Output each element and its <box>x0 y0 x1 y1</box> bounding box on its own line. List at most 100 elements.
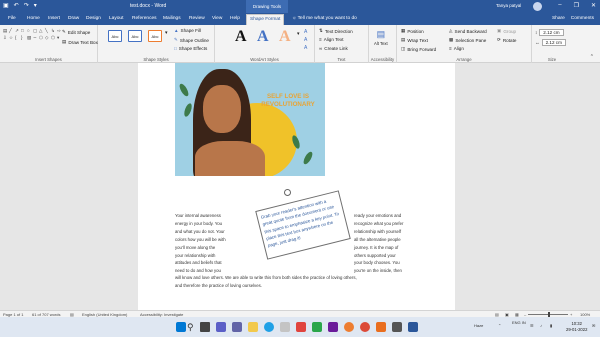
chrome-icon[interactable] <box>360 322 370 332</box>
width-value[interactable]: 2.12 cm <box>541 39 566 46</box>
wordart-style-orange[interactable]: A <box>279 28 291 46</box>
align-text-button[interactable]: ≡ Align Text <box>319 37 344 42</box>
minimize-icon[interactable]: – <box>558 2 561 9</box>
shape-fill-button[interactable]: ▲ Shape Fill <box>174 28 201 33</box>
selection-pane-button[interactable]: ▩ Selection Pane <box>449 37 486 43</box>
collapse-ribbon-icon[interactable]: ⌃ <box>590 54 594 60</box>
edit-shape-button[interactable]: ✎ Edit Shape <box>62 29 90 35</box>
file-explorer-icon[interactable] <box>248 322 258 332</box>
down-arrow-icon[interactable]: ⇩ <box>3 35 8 41</box>
tab-insert[interactable]: Insert <box>48 16 60 21</box>
create-link-button[interactable]: ∞ Create Link <box>319 46 348 51</box>
brace-icon[interactable]: { <box>15 35 20 41</box>
tab-mailings[interactable]: Mailings <box>163 16 181 21</box>
connector-icon[interactable]: ↳ <box>51 28 56 34</box>
user-name[interactable]: Tanya patyal <box>496 3 521 8</box>
customize-toolbar-icon[interactable]: ▾ <box>34 2 37 9</box>
rect-shape-icon[interactable]: □ <box>21 28 26 34</box>
wordart-style-blue[interactable]: A <box>257 28 269 46</box>
app-icon[interactable] <box>328 322 338 332</box>
arrow-shape-icon[interactable]: ↗ <box>15 28 20 34</box>
powerpoint-icon[interactable] <box>376 322 386 332</box>
shape-style-2[interactable]: Abc <box>128 30 142 42</box>
language-indicator[interactable]: ENG IN <box>512 320 526 326</box>
line2-shape-icon[interactable]: ╲ <box>45 28 50 34</box>
rotate-button[interactable]: ⟳ Rotate <box>497 37 516 43</box>
pentagon-icon[interactable]: ⬠ <box>51 35 56 41</box>
tab-design[interactable]: Design <box>86 16 101 21</box>
restore-icon[interactable]: ❐ <box>574 2 579 9</box>
shape-effects-button[interactable]: □ Shape Effects <box>174 46 207 51</box>
shape-style-3[interactable]: Abc <box>148 30 162 42</box>
notification-icon[interactable]: ✉ <box>592 323 595 328</box>
diamond-icon[interactable]: ◇ <box>45 35 50 41</box>
star-shape-icon[interactable]: ☆ <box>9 35 14 41</box>
styles-more-icon[interactable]: ▾ <box>165 30 168 36</box>
send-backward-button[interactable]: ◬ Send Backward <box>449 28 487 34</box>
width-field[interactable]: ↔ 2.12 cm <box>535 39 566 46</box>
weather-status[interactable]: Haze <box>474 323 483 328</box>
line-shape-icon[interactable]: ╱ <box>9 28 14 34</box>
battery-icon[interactable]: ▮ <box>550 323 552 328</box>
bring-forward-button[interactable]: ◫ Bring Forward <box>401 46 436 52</box>
show-hidden-icon[interactable]: ⌃ <box>498 323 501 328</box>
full-width-line[interactable]: and therefore the practice of loving our… <box>175 283 262 288</box>
widgets-icon[interactable] <box>216 322 226 332</box>
position-button[interactable]: ▦ Position <box>401 28 424 34</box>
task-view-icon[interactable] <box>200 322 210 332</box>
height-value[interactable]: 2.12 cm <box>539 29 564 36</box>
search-icon[interactable]: ⚲ <box>187 322 194 332</box>
right-text-column[interactable]: ready your emotions and recognize what y… <box>354 212 418 275</box>
pull-quote-text[interactable]: Grab your reader's attention with a grea… <box>260 199 339 248</box>
tab-view[interactable]: View <box>212 16 222 21</box>
windows-start-icon[interactable] <box>176 322 186 332</box>
tab-file[interactable]: File <box>8 16 16 21</box>
tell-me-search[interactable]: ☼ Tell me what you want to do <box>292 16 357 21</box>
redo-icon[interactable]: ↷ <box>24 2 29 9</box>
triangle-shape-icon[interactable]: △ <box>39 28 44 34</box>
text-direction-button[interactable]: ⇅ Text Direction <box>319 28 353 34</box>
wordart-style-black[interactable]: A <box>235 28 247 46</box>
tab-draw[interactable]: Draw <box>68 16 79 21</box>
full-width-line[interactable]: will know and love others. We are able t… <box>175 275 357 280</box>
curve-icon[interactable]: ∽ <box>33 35 38 41</box>
left-text-column[interactable]: Your internal awareness energy in your b… <box>175 212 247 275</box>
tab-review[interactable]: Review <box>189 16 205 21</box>
shape-style-1[interactable]: Abc <box>108 30 122 42</box>
tab-home[interactable]: Home <box>27 16 40 21</box>
illustration-image[interactable]: SELF LOVE IS REVOLUTIONARY <box>175 63 325 176</box>
hexagon-icon[interactable]: ⬡ <box>39 35 44 41</box>
tab-help[interactable]: Help <box>230 16 240 21</box>
shape-outline-button[interactable]: ✎ Shape Outline <box>174 37 209 43</box>
wrap-text-button[interactable]: ▤ Wrap Text <box>401 37 428 43</box>
excel-icon[interactable] <box>312 322 322 332</box>
tab-layout[interactable]: Layout <box>109 16 123 21</box>
mail-icon[interactable] <box>296 322 306 332</box>
group-button[interactable]: ▣ Group <box>497 28 516 34</box>
settings-icon[interactable] <box>392 322 402 332</box>
rounded-rect-icon[interactable]: ▢ <box>33 28 38 34</box>
teams-chat-icon[interactable] <box>232 322 242 332</box>
height-field[interactable]: ↕ 2.12 cm <box>535 29 564 36</box>
textbox-shape-icon[interactable]: ▤ <box>3 28 8 34</box>
align-button[interactable]: ≡ Align <box>449 46 464 51</box>
save-icon[interactable]: ▣ <box>3 2 9 9</box>
draw-text-box-button[interactable]: ▤ Draw Text Box <box>62 39 98 45</box>
avatar[interactable] <box>533 2 542 11</box>
undo-icon[interactable]: ↶ <box>14 2 19 9</box>
share-button[interactable]: Share <box>552 16 565 21</box>
tab-references[interactable]: References <box>132 16 157 21</box>
text-effects-icon[interactable]: A <box>304 45 307 51</box>
text-fill-icon[interactable]: A <box>304 29 307 35</box>
edge-browser-icon[interactable] <box>264 322 274 332</box>
wifi-icon[interactable]: ☰ <box>530 323 534 328</box>
wordart-more-icon[interactable]: ▾ <box>297 31 300 37</box>
rotate-handle[interactable] <box>284 189 291 196</box>
clock[interactable]: 10:32 29-01-2022 <box>566 321 587 333</box>
word-app-icon[interactable] <box>408 322 418 332</box>
store-icon[interactable] <box>280 322 290 332</box>
tab-shape-format[interactable]: Shape Format <box>246 14 285 25</box>
brace-close-icon[interactable]: } <box>21 35 26 41</box>
text-outline-icon[interactable]: A <box>304 37 307 43</box>
close-icon[interactable]: ✕ <box>591 2 596 9</box>
